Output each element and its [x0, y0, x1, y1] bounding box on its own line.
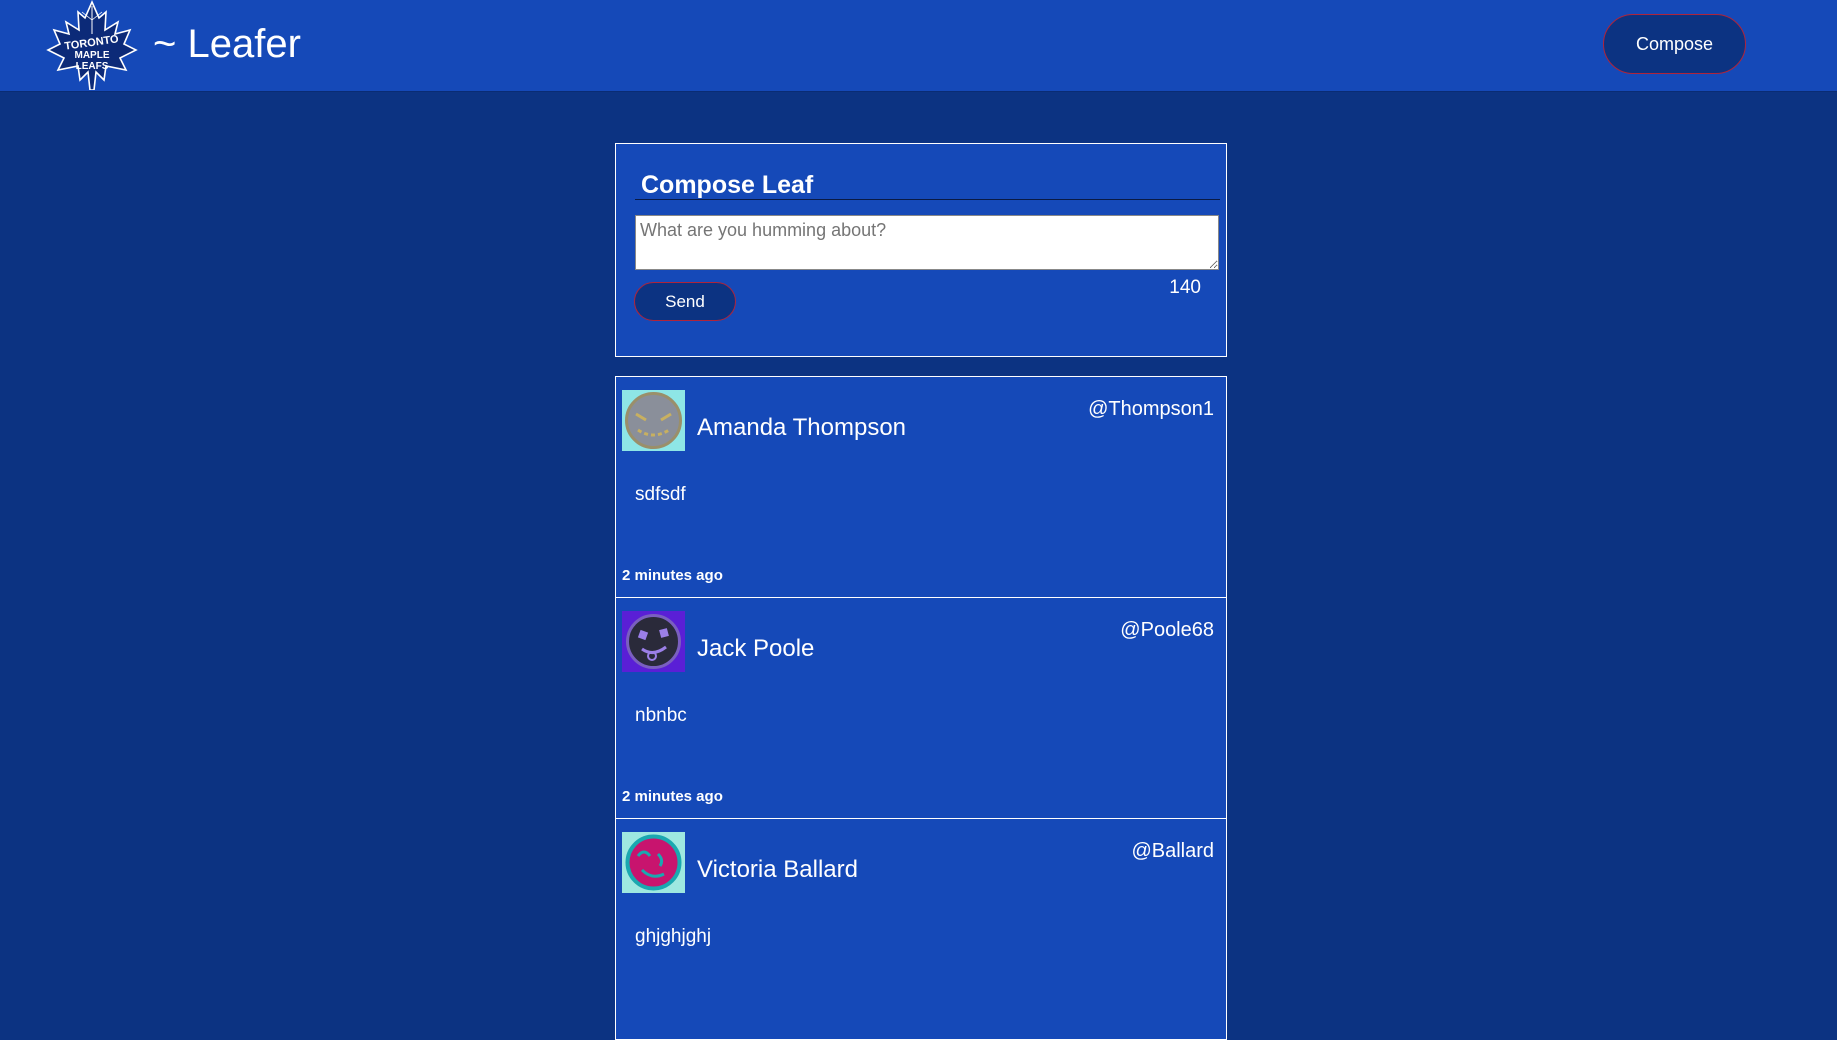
maple-leaf-logo[interactable]: TORONTO MAPLE LEAFS [42, 0, 142, 91]
logo-text-line3: LEAFS [76, 61, 109, 72]
leaf-body: ghjghjghj [635, 926, 712, 947]
compose-button[interactable]: Compose [1603, 14, 1746, 74]
leaf-feed: Amanda Thompson @Thompson1 sdfsdf 2 minu… [615, 376, 1227, 1040]
avatar[interactable] [622, 832, 685, 893]
compose-card: Compose Leaf 140 Send [615, 143, 1227, 357]
leaf-timestamp: 2 minutes ago [622, 567, 723, 584]
logo-text-line2: MAPLE [75, 50, 110, 61]
app-title: ~ Leafer [153, 22, 301, 66]
avatar[interactable] [622, 390, 685, 451]
author-handle[interactable]: @Thompson1 [1088, 397, 1214, 421]
character-counter: 140 [1169, 277, 1201, 298]
heading-divider [635, 199, 1220, 200]
send-button[interactable]: Send [634, 282, 736, 321]
leaf-item: Jack Poole @Poole68 nbnbc 2 minutes ago [615, 597, 1227, 819]
author-handle[interactable]: @Poole68 [1120, 618, 1214, 642]
author-name[interactable]: Amanda Thompson [697, 414, 906, 442]
leaf-body: sdfsdf [635, 484, 686, 505]
leaf-text-input[interactable] [635, 215, 1219, 270]
author-name[interactable]: Victoria Ballard [697, 856, 858, 884]
author-name[interactable]: Jack Poole [697, 635, 814, 663]
leaf-timestamp: 2 minutes ago [622, 788, 723, 805]
author-handle[interactable]: @Ballard [1131, 839, 1214, 863]
compose-heading: Compose Leaf [641, 171, 814, 199]
avatar[interactable] [622, 611, 685, 672]
top-bar: TORONTO MAPLE LEAFS ~ Leafer Compose [0, 0, 1837, 92]
leaf-item: Amanda Thompson @Thompson1 sdfsdf 2 minu… [615, 376, 1227, 598]
leaf-body: nbnbc [635, 705, 687, 726]
leaf-item: Victoria Ballard @Ballard ghjghjghj [615, 818, 1227, 1040]
